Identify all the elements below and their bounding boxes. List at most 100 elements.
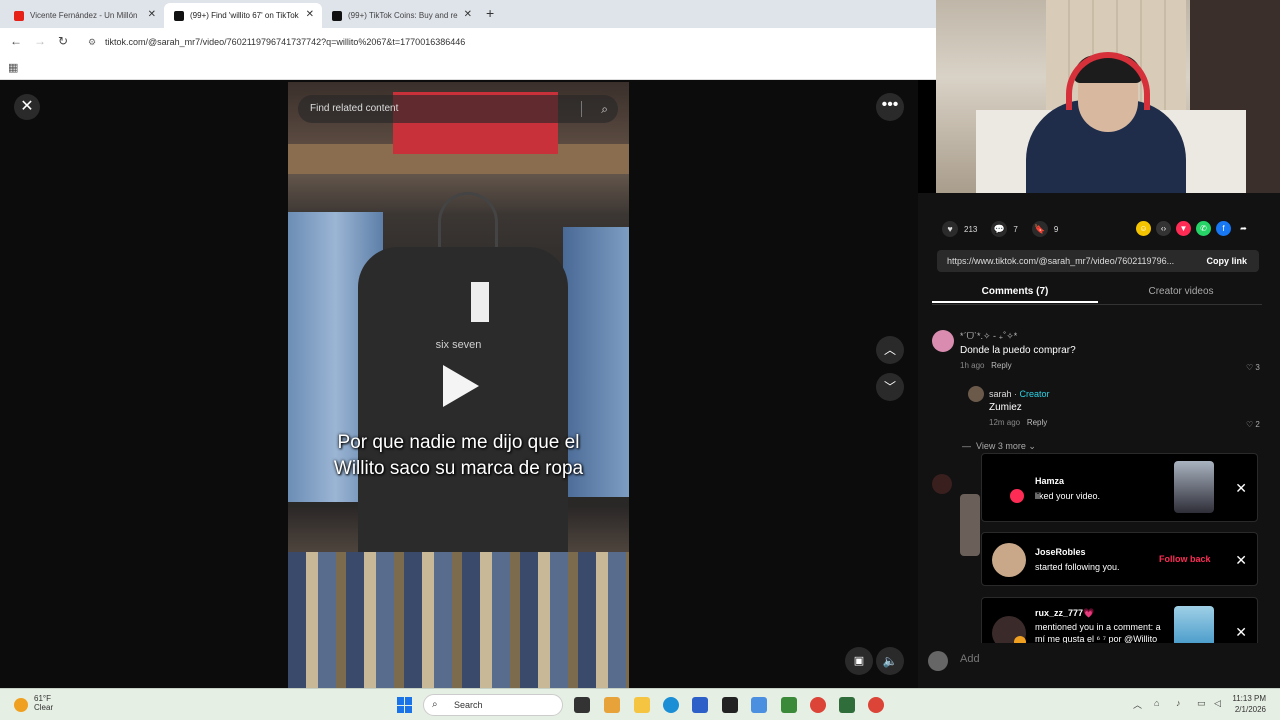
tiktok-icon <box>174 10 184 21</box>
chrome-icon[interactable] <box>810 697 826 713</box>
panel-tabs: Comments (7) Creator videos <box>932 283 1262 305</box>
weather-temp: 61°F <box>34 694 51 703</box>
browser-tab[interactable]: (99+) TikTok Coins: Buy and rec ✕ <box>322 3 480 28</box>
file-explorer-icon[interactable] <box>634 697 650 713</box>
browser-toolbar: ← → ↻ ⚙ tiktok.com/@sarah_mr7/video/7602… <box>0 28 936 54</box>
close-tab-icon[interactable]: ✕ <box>306 9 314 20</box>
back-icon[interactable]: ← <box>10 34 22 48</box>
edge-icon[interactable] <box>663 697 679 713</box>
copy-link-button[interactable]: Copy link <box>1206 250 1247 272</box>
comment-username[interactable]: sarah <box>989 389 1012 399</box>
more-options-icon[interactable]: ••• <box>876 93 904 121</box>
repost-icon[interactable]: ☺ <box>1136 221 1151 236</box>
add-comment-input[interactable]: Add <box>960 653 980 665</box>
minecraft-icon[interactable] <box>781 697 797 713</box>
view-more-replies[interactable]: — View 3 more ⌄ <box>962 441 1036 452</box>
video-stats: ♥ 213 💬 7 🔖 9 <box>942 220 1072 238</box>
forward-icon[interactable]: → <box>34 34 46 48</box>
weather-widget[interactable]: 61°F Clear <box>34 694 53 712</box>
weather-desc: Clear <box>34 703 54 712</box>
comment-item: sarah · Creator Zumiez 12m ago Reply <box>989 389 1050 427</box>
tab-creator-videos[interactable]: Creator videos <box>1098 283 1264 301</box>
share-link-row: https://www.tiktok.com/@sarah_mr7/video/… <box>937 250 1259 272</box>
app-icon[interactable] <box>751 697 767 713</box>
network-icon[interactable]: ⌂ <box>1154 698 1159 708</box>
save-button[interactable]: 🔖 9 <box>1031 221 1058 237</box>
close-tab-icon[interactable]: ✕ <box>464 9 472 20</box>
close-icon[interactable]: ✕ <box>1235 624 1247 641</box>
picture-in-picture-icon[interactable]: ▣ <box>845 647 873 675</box>
weather-icon[interactable] <box>14 698 28 712</box>
tab-comments[interactable]: Comments (7) <box>932 283 1098 303</box>
avatar[interactable] <box>992 543 1026 577</box>
chevron-down-icon[interactable]: ﹀ <box>876 373 904 401</box>
clock-date: 2/1/2026 <box>1234 705 1266 714</box>
tab-title: (99+) TikTok Coins: Buy and rec <box>348 11 458 20</box>
notification-username: rux_zz_777💗 <box>1035 608 1095 618</box>
chrome-icon[interactable] <box>868 697 884 713</box>
avatar[interactable] <box>932 330 954 352</box>
taskbar-search-label: Search <box>454 700 483 710</box>
share-icons: ☺ ‹› ▼ ✆ f ➦ <box>1136 221 1251 236</box>
youtube-icon <box>14 10 24 21</box>
site-info-icon[interactable]: ⚙ <box>88 32 96 52</box>
browser-tab[interactable]: Vicente Fernández - Un Millón ✕ <box>4 3 164 28</box>
video-player[interactable]: six seven Por que nadie me dijo que el W… <box>288 82 629 688</box>
notification-username: JoseRobles <box>1035 547 1086 557</box>
browser-tab-bar: Vicente Fernández - Un Millón ✕ (99+) Fi… <box>0 0 936 28</box>
tiktok-icon <box>332 10 342 21</box>
bookmark-icon: 🔖 <box>1031 221 1048 237</box>
copilot-icon[interactable] <box>604 697 620 713</box>
follow-back-button[interactable]: Follow back <box>1159 554 1211 564</box>
video-caption: Por que nadie me dijo que el Willito sac… <box>333 432 584 479</box>
close-icon[interactable]: ✕ <box>1235 480 1247 497</box>
taskbar-search[interactable]: ⌕ Search <box>423 694 563 716</box>
comment-like[interactable]: ♡ 3 <box>1246 363 1260 372</box>
address-bar[interactable]: ⚙ tiktok.com/@sarah_mr7/video/7602119796… <box>80 32 920 52</box>
volume-icon[interactable]: 🔈 <box>876 647 904 675</box>
send-icon[interactable]: ▼ <box>1176 221 1191 236</box>
comment-like-count: 3 <box>1255 363 1260 372</box>
notification-like[interactable]: Hamza liked your video. ✕ <box>981 453 1258 522</box>
store-icon[interactable] <box>692 697 708 713</box>
notification-follow[interactable]: JoseRobles started following you. Follow… <box>981 532 1258 586</box>
embed-icon[interactable]: ‹› <box>1156 221 1171 236</box>
close-tab-icon[interactable]: ✕ <box>148 9 156 20</box>
heart-icon: ♥ <box>942 221 958 237</box>
app-icon[interactable] <box>839 697 855 713</box>
related-search-input[interactable]: Find related content ⌕ <box>298 95 618 123</box>
microphone-icon[interactable]: ♪ <box>1176 698 1181 708</box>
video-thumbnail[interactable] <box>1174 461 1214 513</box>
reply-button[interactable]: Reply <box>1027 418 1047 427</box>
new-tab-button[interactable]: + <box>486 5 494 21</box>
comment-username[interactable]: *ˊᗜˋ*.✧ - ₊˚✧* <box>960 331 1076 342</box>
chevron-up-icon[interactable]: ︿ <box>876 336 904 364</box>
avatar[interactable] <box>932 474 952 494</box>
avatar[interactable] <box>968 386 984 402</box>
windows-start-icon[interactable] <box>397 697 413 713</box>
display-icon[interactable]: ▭ <box>1197 698 1206 709</box>
like-button[interactable]: ♥ 213 <box>942 221 977 237</box>
comment-like[interactable]: ♡ 2 <box>1246 420 1260 429</box>
task-view-icon[interactable] <box>574 697 590 713</box>
comment-button[interactable]: 💬 7 <box>991 221 1018 237</box>
close-icon[interactable]: ✕ <box>1235 552 1247 569</box>
comment-image <box>960 494 980 556</box>
whatsapp-icon[interactable]: ✆ <box>1196 221 1211 236</box>
search-icon[interactable]: ⌕ <box>601 95 608 123</box>
share-arrow-icon[interactable]: ➦ <box>1236 221 1251 236</box>
reply-button[interactable]: Reply <box>991 361 1011 370</box>
apps-grid-icon[interactable]: ▦ <box>8 61 18 74</box>
facebook-icon[interactable]: f <box>1216 221 1231 236</box>
reload-icon[interactable]: ↻ <box>58 34 68 48</box>
video-scene-hanger <box>438 192 498 252</box>
tiktok-app-icon[interactable] <box>722 697 738 713</box>
comment-time: 12m ago <box>989 418 1021 427</box>
comment-item: *ˊᗜˋ*.✧ - ₊˚✧* Donde la puedo comprar? 1… <box>960 331 1076 370</box>
close-icon[interactable]: ✕ <box>14 94 40 120</box>
tray-chevron-icon[interactable]: ︿ <box>1133 698 1142 711</box>
speaker-icon[interactable]: ◁ <box>1214 698 1221 709</box>
play-icon[interactable] <box>443 365 479 407</box>
system-clock[interactable]: 11:13 PM 2/1/2026 <box>1232 693 1266 715</box>
browser-tab-active[interactable]: (99+) Find 'willito 67' on TikTok ✕ <box>164 3 322 28</box>
